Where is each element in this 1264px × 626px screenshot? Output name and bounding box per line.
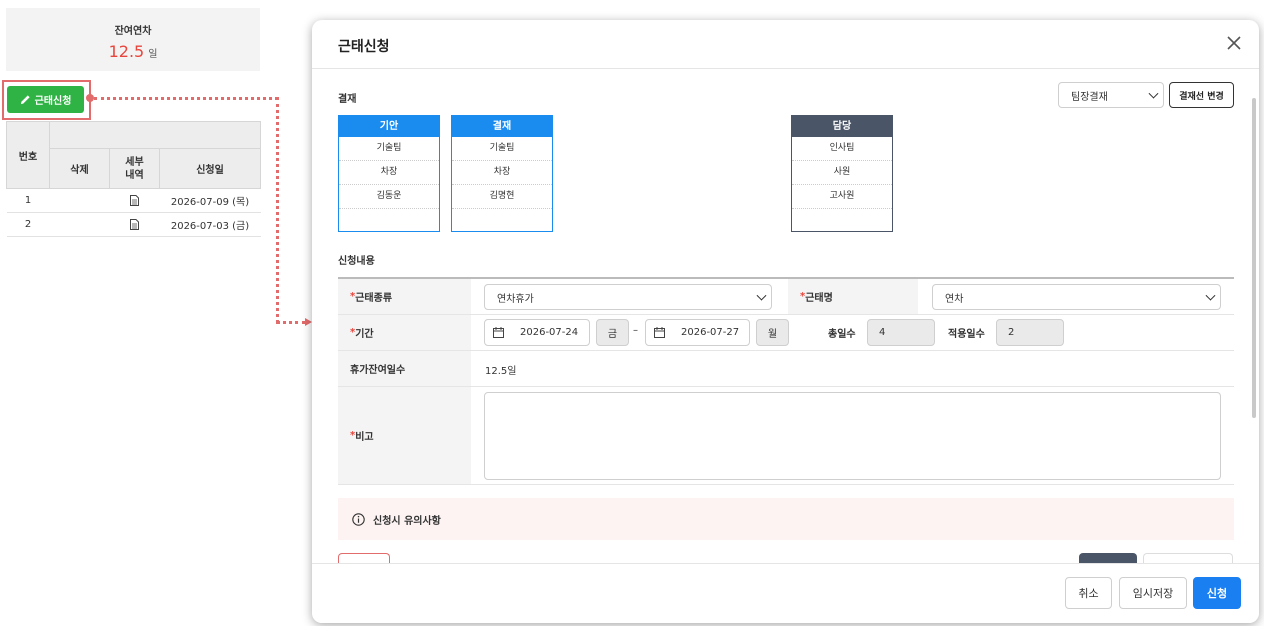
change-approval-button[interactable]: 결재선 변경 — [1169, 82, 1234, 108]
approval-box-approve: 결재 기술팀 차장 김명현 — [451, 115, 553, 232]
calendar-icon — [493, 327, 504, 338]
partial-button-gray[interactable] — [1143, 553, 1233, 563]
form-row-remaining: 휴가잔여일수 12.5일 — [338, 351, 1234, 387]
notice-box[interactable]: 신청시 유의사항 — [338, 498, 1234, 540]
annotation-dot — [86, 94, 94, 102]
partial-button-dark[interactable] — [1079, 553, 1137, 563]
col-no: 번호 — [6, 121, 50, 189]
start-day-display: 금 — [596, 319, 629, 346]
start-date-input[interactable]: 2026-07-24 — [484, 319, 590, 346]
table-row[interactable]: 2 2026-07-03 (금) — [6, 212, 261, 237]
table-row[interactable]: 1 2026-07-09 (목) — [6, 188, 261, 213]
total-days-value: 4 — [867, 319, 935, 346]
remaining-leave-value: 12.5일 — [485, 366, 517, 377]
total-days-label: 총일수 — [828, 329, 856, 340]
modal-header: 근태신청 — [312, 20, 1259, 69]
modal-title: 근태신청 — [338, 39, 390, 55]
remark-label: * 비고 — [338, 387, 471, 484]
remark-textarea[interactable] — [484, 392, 1221, 480]
remaining-leave-value: 12.5일 — [108, 42, 158, 61]
cancel-button[interactable]: 취소 — [1065, 577, 1112, 609]
form-row-period: * 기간 2026-07-24 금 – 2026-07-27 월 총일수 4 적용… — [338, 315, 1234, 351]
attendance-type-select[interactable]: 연차휴가 — [484, 284, 772, 310]
partial-button-red[interactable] — [338, 553, 390, 563]
chevron-down-icon — [1205, 290, 1216, 301]
col-delete: 삭제 — [49, 148, 110, 189]
col-detail: 세부 내역 — [109, 148, 160, 189]
attendance-name-select[interactable]: 연차 — [932, 284, 1221, 310]
modal-footer: 취소 임시저장 신청 — [312, 563, 1259, 623]
close-icon[interactable] — [1225, 34, 1243, 52]
approval-box-draft: 기안 기술팀 차장 김동운 — [338, 115, 440, 232]
remaining-leave-label: 휴가잔여일수 — [338, 351, 471, 386]
annotation-line — [276, 97, 279, 323]
form-row-remark: * 비고 — [338, 387, 1234, 485]
document-icon[interactable] — [130, 218, 139, 230]
scrollbar[interactable] — [1252, 98, 1256, 418]
annotation-line — [276, 321, 306, 324]
end-date-input[interactable]: 2026-07-27 — [645, 319, 750, 346]
form-row-type: * 근태종류 연차휴가 * 근태명 연차 — [338, 279, 1234, 315]
leave-history-table: 번호 삭제 세부 내역 신청일 1 2026-07-09 (목) 2 2026-… — [6, 121, 261, 237]
highlight-box — [2, 80, 91, 120]
submit-button[interactable]: 신청 — [1193, 577, 1241, 609]
attendance-request-modal: 근태신청 결재 팀장결재 결재선 변경 기안 기술팀 차장 김동운 결재 기술팀… — [312, 20, 1259, 623]
end-day-display: 월 — [756, 319, 789, 346]
col-date: 신청일 — [159, 148, 261, 189]
chevron-down-icon — [1148, 88, 1159, 99]
applied-days-value: 2 — [996, 319, 1064, 346]
applied-days-label: 적용일수 — [948, 329, 985, 340]
save-draft-button[interactable]: 임시저장 — [1119, 577, 1187, 609]
annotation-arrow — [305, 318, 312, 326]
type-label: * 근태종류 — [338, 279, 471, 314]
calendar-icon — [654, 327, 665, 338]
approval-line-select[interactable]: 팀장결재 — [1058, 82, 1164, 108]
info-icon — [352, 512, 365, 526]
chevron-down-icon — [756, 290, 767, 301]
document-icon[interactable] — [130, 194, 139, 206]
remaining-leave-label: 잔여연차 — [114, 26, 152, 37]
approval-box-manager: 담당 인사팀 사원 고사원 — [791, 115, 893, 232]
name-label: * 근태명 — [788, 279, 918, 314]
annotation-line — [94, 97, 278, 100]
content-section-title: 신청내용 — [338, 256, 375, 267]
approval-section-title: 결재 — [338, 94, 357, 105]
period-label: * 기간 — [338, 315, 471, 350]
remaining-leave-card: 잔여연차 12.5 일 — [6, 8, 260, 71]
date-range-dash: – — [633, 325, 638, 336]
